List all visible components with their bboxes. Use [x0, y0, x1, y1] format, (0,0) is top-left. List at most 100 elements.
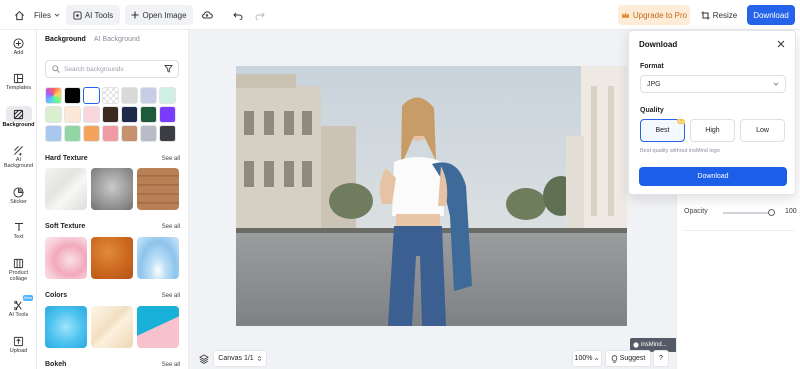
search-backgrounds-input[interactable]: Search backgrounds	[45, 60, 179, 78]
pink-silk-thumb[interactable]	[45, 237, 87, 279]
download-popup: Download Format JPG Quality Best Pro Hig…	[628, 30, 796, 195]
ai-tools-icon	[14, 300, 22, 310]
see-all-soft-texture[interactable]: See all	[162, 224, 180, 230]
color-swatch[interactable]	[45, 106, 62, 123]
color-swatch[interactable]	[45, 87, 62, 104]
rail-item-add[interactable]: Add	[2, 36, 35, 56]
rail-icon-wrap	[12, 256, 26, 270]
zoom-control[interactable]: 100%	[572, 350, 602, 367]
format-label: Format	[640, 63, 664, 70]
rail-item-text[interactable]: Text	[2, 220, 35, 240]
quality-label: Quality	[640, 107, 664, 114]
color-swatch[interactable]	[83, 87, 100, 104]
color-swatch[interactable]	[102, 87, 119, 104]
color-swatch[interactable]	[83, 106, 100, 123]
color-swatch[interactable]	[83, 125, 100, 142]
close-icon[interactable]	[777, 40, 785, 48]
upgrade-label: Upgrade to Pro	[632, 10, 688, 20]
section-title-colors: Colors	[45, 292, 68, 299]
color-swatch[interactable]	[159, 87, 176, 104]
section-title-soft-texture: Soft Texture	[45, 223, 86, 230]
quality-best-label: Best	[655, 127, 670, 134]
color-swatch[interactable]	[64, 106, 81, 123]
cloud-upload-icon	[202, 11, 213, 19]
rail-label: AI Background	[3, 157, 34, 169]
rail-item-upload[interactable]: Upload	[2, 334, 35, 354]
download-button[interactable]: Download	[747, 5, 795, 25]
color-swatch[interactable]	[121, 106, 138, 123]
color-swatch[interactable]	[45, 125, 62, 142]
canvas-page-selector[interactable]: Canvas 1/1	[213, 350, 267, 367]
rail-item-product-collage[interactable]: Product collage	[2, 256, 35, 282]
rail-label: Product collage	[9, 270, 28, 282]
home-button[interactable]	[10, 5, 28, 25]
opacity-slider-track[interactable]	[723, 212, 773, 214]
redo-button[interactable]	[252, 5, 268, 25]
opacity-label: Opacity	[684, 208, 708, 215]
download-confirm-button[interactable]: Download	[639, 167, 787, 186]
see-all-colors[interactable]: See all	[162, 293, 180, 299]
undo-button[interactable]	[230, 5, 246, 25]
watermark-text: insMind...	[641, 342, 667, 348]
sticker-icon	[13, 186, 24, 198]
quality-low-label: Low	[756, 127, 769, 134]
color-swatch[interactable]	[140, 125, 157, 142]
top-toolbar: Files AI Tools Open Image Upgrade to Pro…	[0, 0, 800, 30]
format-select[interactable]: JPG	[640, 75, 786, 93]
color-swatch[interactable]	[64, 125, 81, 142]
download-confirm-label: Download	[697, 173, 729, 180]
color-swatch[interactable]	[140, 87, 157, 104]
search-placeholder: Search backgrounds	[64, 65, 124, 73]
tab-background[interactable]: Background	[45, 36, 86, 43]
color-swatch[interactable]	[140, 106, 157, 123]
opacity-slider-handle[interactable]	[768, 209, 775, 216]
color-swatch[interactable]	[102, 106, 119, 123]
marble-texture-thumb[interactable]	[45, 168, 87, 210]
quality-option-high[interactable]: High	[690, 119, 735, 142]
ai-tools-button[interactable]: AI Tools	[66, 5, 120, 25]
color-swatch[interactable]	[64, 87, 81, 104]
filter-icon[interactable]	[164, 64, 173, 73]
undo-icon	[233, 12, 243, 20]
lightbulb-icon	[611, 354, 617, 363]
suggest-label: Suggest	[619, 355, 646, 362]
canvas-photo[interactable]	[236, 66, 627, 326]
help-button[interactable]: ?	[653, 350, 669, 367]
rail-label: AI Tools	[8, 312, 29, 318]
open-image-button[interactable]: Open Image	[125, 5, 193, 25]
rail-item-background[interactable]: Background	[2, 106, 35, 128]
color-swatch[interactable]	[121, 87, 138, 104]
cyan-pink-split-thumb[interactable]	[137, 306, 179, 348]
color-swatch[interactable]	[159, 125, 176, 142]
tab-ai-background[interactable]: AI Background	[94, 36, 140, 43]
quality-option-low[interactable]: Low	[740, 119, 785, 142]
new-badge: New	[22, 295, 33, 301]
rail-item-ai-tools[interactable]: New AI Tools	[2, 295, 35, 318]
color-swatch[interactable]	[121, 125, 138, 142]
suggest-button[interactable]: Suggest	[605, 350, 651, 367]
quality-option-best[interactable]: Best Pro	[640, 119, 685, 142]
cream-gradient-thumb[interactable]	[91, 306, 133, 348]
rail-item-sticker[interactable]: Sticker	[2, 185, 35, 205]
orange-texture-thumb[interactable]	[91, 237, 133, 279]
color-swatch[interactable]	[159, 106, 176, 123]
resize-button[interactable]: Resize	[697, 5, 741, 25]
see-all-hard-texture[interactable]: See all	[162, 156, 180, 162]
color-swatch[interactable]	[102, 125, 119, 142]
color-swatch-grid	[45, 87, 181, 142]
opacity-value: 100	[785, 208, 797, 215]
layers-button[interactable]	[195, 350, 213, 367]
rail-label: Text	[13, 234, 24, 240]
rail-item-ai-background[interactable]: AI Background	[2, 143, 35, 169]
see-all-bokeh[interactable]: See all	[162, 362, 180, 368]
rail-label: Add	[13, 50, 24, 56]
rail-item-templates[interactable]: Templates	[2, 71, 35, 91]
upgrade-to-pro-button[interactable]: Upgrade to Pro	[618, 5, 690, 25]
wood-texture-thumb[interactable]	[137, 168, 179, 210]
water-splash-thumb[interactable]	[137, 237, 179, 279]
layers-icon	[199, 354, 209, 364]
blue-gradient-thumb[interactable]	[45, 306, 87, 348]
concrete-texture-thumb[interactable]	[91, 168, 133, 210]
files-menu[interactable]: Files	[30, 5, 64, 25]
cloud-save-button[interactable]	[198, 5, 216, 25]
